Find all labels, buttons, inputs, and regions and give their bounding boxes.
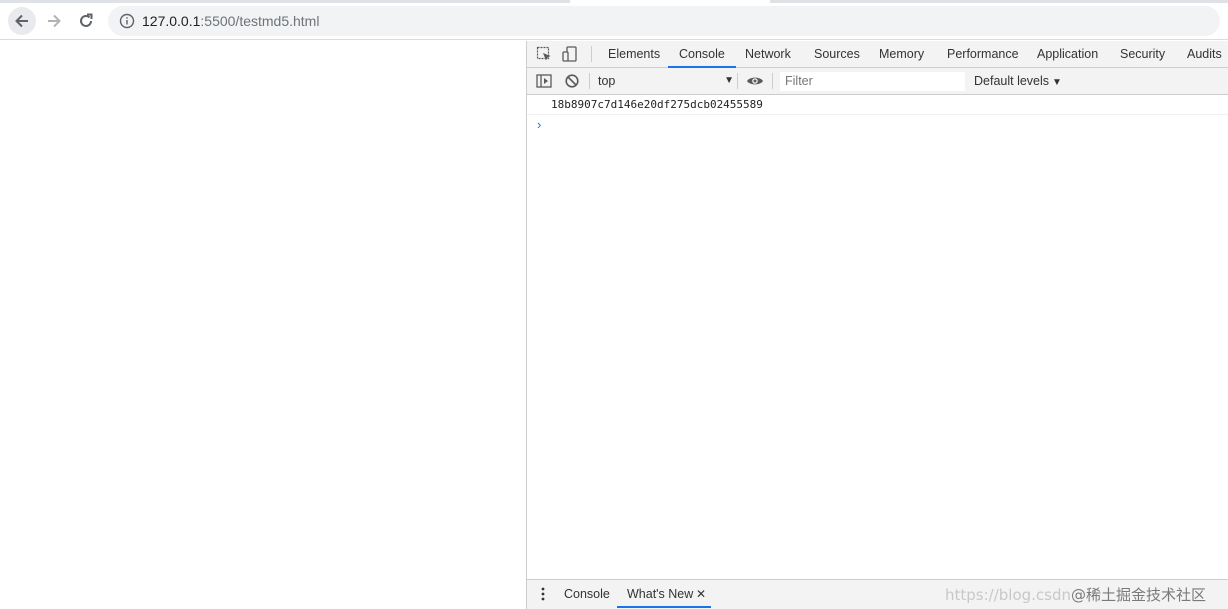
toolbar-divider [589, 73, 590, 89]
toolbar-divider [772, 73, 773, 89]
tab-memory[interactable]: Memory [879, 41, 924, 67]
console-message-text: 18b8907c7d146e20df275dcb02455589 [551, 98, 763, 111]
watermark-url: https://blog.csdn [945, 586, 1072, 604]
url-path: :5500/testmd5.html [200, 13, 320, 29]
devtools-drawer: Console What's New ✕ https://blog.csdn@稀… [527, 579, 1228, 609]
arrow-right-icon [48, 14, 61, 28]
more-vert-icon[interactable] [540, 587, 546, 606]
sidebar-toggle-icon[interactable] [536, 73, 552, 94]
drawer-tab-console[interactable]: Console [564, 580, 610, 608]
triangle-down-icon: ▼ [724, 75, 734, 86]
tab-security[interactable]: Security [1120, 41, 1165, 67]
default-levels-dropdown[interactable]: Default levels ▼ [974, 68, 1062, 94]
inspect-element-icon[interactable] [536, 46, 552, 67]
context-selector-value: top [598, 74, 616, 88]
reload-icon [80, 13, 93, 27]
close-icon[interactable]: ✕ [696, 580, 706, 608]
tab-network[interactable]: Network [745, 41, 791, 67]
toolbar-divider [591, 46, 592, 62]
console-prompt-chevron-icon[interactable]: › [537, 117, 541, 132]
triangle-down-icon: ▼ [1052, 77, 1062, 88]
toolbar-divider [737, 73, 738, 89]
drawer-tab-whats-new[interactable]: What's New [616, 580, 712, 608]
watermark-brand: @稀土掘金技术社区 [1071, 586, 1207, 604]
device-toolbar-icon[interactable] [562, 46, 578, 67]
forward-button[interactable] [40, 7, 68, 35]
address-bar[interactable]: 127.0.0.1:5500/testmd5.html [108, 6, 1220, 36]
filter-input[interactable] [780, 72, 965, 91]
reload-button[interactable] [72, 7, 100, 35]
url-text[interactable]: 127.0.0.1:5500/testmd5.html [142, 13, 319, 29]
site-info-icon[interactable] [119, 13, 135, 34]
console-message: 18b8907c7d146e20df275dcb02455589 [527, 95, 1228, 115]
devtools-tab-bar: Elements Console Network Sources Memory … [527, 41, 1228, 68]
clear-console-icon[interactable] [564, 73, 580, 94]
devtools-panel: Elements Console Network Sources Memory … [526, 41, 1228, 609]
tab-performance[interactable]: Performance [947, 41, 1019, 67]
watermark: https://blog.csdn@稀土掘金技术社区 [945, 584, 1206, 605]
arrow-left-icon [15, 14, 28, 28]
tab-console[interactable]: Console [668, 41, 736, 68]
eye-icon[interactable] [746, 73, 764, 94]
back-button[interactable] [8, 7, 36, 35]
context-selector[interactable]: top ▼ [598, 71, 734, 91]
tab-application[interactable]: Application [1037, 41, 1098, 67]
tab-audits[interactable]: Audits [1187, 41, 1222, 67]
browser-toolbar: 127.0.0.1:5500/testmd5.html [0, 3, 1228, 40]
console-output[interactable]: 18b8907c7d146e20df275dcb02455589 › [527, 95, 1228, 579]
tab-elements[interactable]: Elements [608, 41, 660, 67]
url-host: 127.0.0.1 [142, 13, 201, 29]
default-levels-label: Default levels [974, 74, 1050, 88]
console-toolbar: top ▼ Default levels▼ [527, 68, 1228, 95]
tab-sources[interactable]: Sources [814, 41, 860, 67]
